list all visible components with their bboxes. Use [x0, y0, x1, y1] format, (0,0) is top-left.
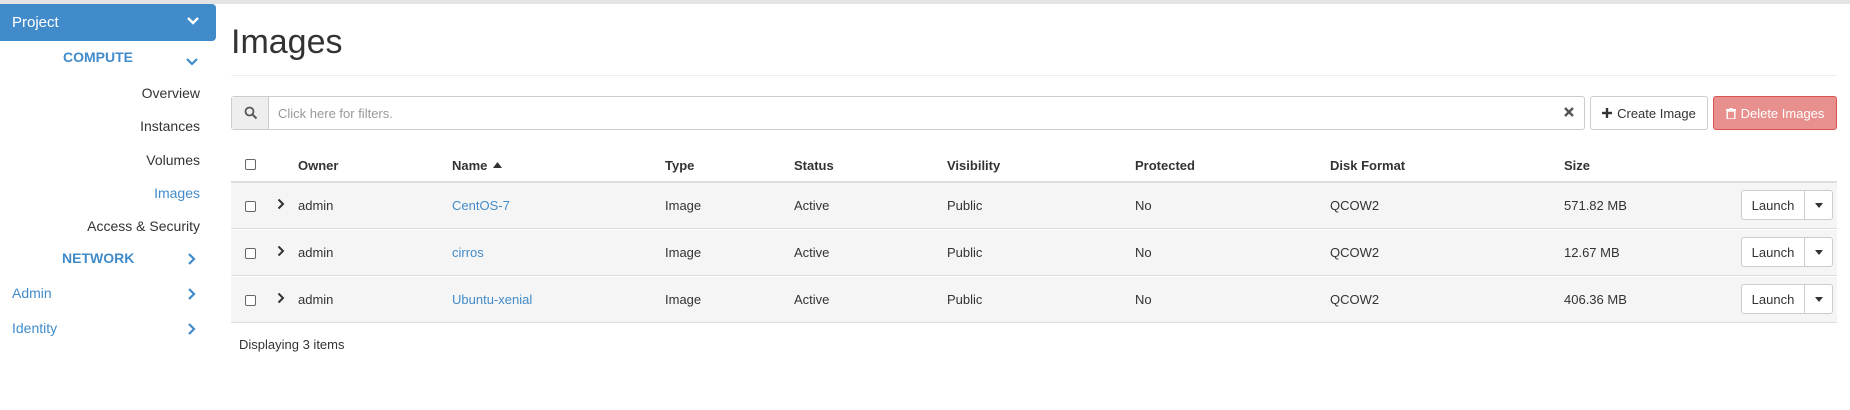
- create-image-button[interactable]: Create Image: [1590, 96, 1708, 130]
- cell-status: Active: [794, 292, 830, 307]
- sidebar-dashboard-identity[interactable]: Identity: [12, 320, 57, 336]
- sidebar-section-compute-label: COMPUTE: [63, 49, 133, 65]
- cell-visibility: Public: [947, 292, 983, 307]
- filter-input[interactable]: [276, 103, 1546, 123]
- create-image-label: Create Image: [1617, 105, 1696, 121]
- sidebar-section-network-label: NETWORK: [62, 250, 135, 266]
- column-header-protected[interactable]: Protected: [1135, 158, 1195, 173]
- cell-owner: admin: [298, 198, 334, 213]
- sidebar-item-volumes[interactable]: Volumes: [146, 152, 200, 168]
- table-row: admin CentOS-7 Image Active Public No QC…: [231, 183, 1837, 229]
- column-header-owner[interactable]: Owner: [298, 158, 338, 173]
- sort-ascending-icon: [493, 162, 503, 168]
- cell-protected: No: [1135, 245, 1152, 260]
- search-icon: [244, 106, 258, 120]
- cell-name-link[interactable]: CentOS-7: [452, 198, 510, 213]
- row-checkbox[interactable]: [245, 295, 256, 306]
- column-header-size[interactable]: Size: [1564, 158, 1590, 173]
- caret-down-icon: [1814, 202, 1823, 208]
- table-row: admin Ubuntu-xenial Image Active Public …: [231, 277, 1837, 323]
- column-header-disk-format[interactable]: Disk Format: [1330, 158, 1405, 173]
- sidebar-section-compute[interactable]: COMPUTE: [63, 49, 133, 65]
- sidebar-project-dashboard[interactable]: Project: [0, 4, 216, 41]
- column-header-name[interactable]: Name: [452, 158, 503, 173]
- column-header-type[interactable]: Type: [665, 158, 694, 173]
- row-actions-dropdown[interactable]: [1804, 284, 1833, 314]
- caret-down-icon: [1814, 296, 1823, 302]
- row-actions: Launch: [1741, 237, 1837, 267]
- cell-visibility: Public: [947, 198, 983, 213]
- filter-bar: [231, 96, 1585, 130]
- cell-visibility: Public: [947, 245, 983, 260]
- table-row: admin cirros Image Active Public No QCOW…: [231, 230, 1837, 276]
- cell-protected: No: [1135, 198, 1152, 213]
- sidebar-dashboard-admin[interactable]: Admin: [12, 285, 52, 301]
- chevron-down-icon: [186, 58, 198, 66]
- column-header-visibility[interactable]: Visibility: [947, 158, 1000, 173]
- cell-owner: admin: [298, 245, 334, 260]
- sidebar-item-access-security[interactable]: Access & Security: [87, 218, 200, 234]
- chevron-right-icon: [188, 323, 196, 335]
- cell-protected: No: [1135, 292, 1152, 307]
- sidebar-section-network[interactable]: NETWORK: [62, 250, 134, 266]
- select-all-checkbox[interactable]: [245, 159, 256, 170]
- cell-name-link[interactable]: cirros: [452, 245, 484, 260]
- page-title: Images: [231, 23, 343, 61]
- delete-images-label: Delete Images: [1740, 105, 1825, 121]
- row-checkbox[interactable]: [245, 248, 256, 259]
- row-actions: Launch: [1741, 190, 1837, 220]
- sidebar-item-images[interactable]: Images: [154, 185, 200, 201]
- column-header-name-label: Name: [452, 158, 488, 173]
- row-actions-dropdown[interactable]: [1804, 190, 1833, 220]
- cell-owner: admin: [298, 292, 334, 307]
- table-footer-count: Displaying 3 items: [239, 337, 345, 352]
- row-actions: Launch: [1741, 284, 1837, 314]
- chevron-right-icon: [188, 253, 196, 265]
- delete-images-button[interactable]: Delete Images: [1713, 96, 1837, 130]
- title-divider: [231, 75, 1837, 76]
- clear-filter-icon[interactable]: [1563, 106, 1575, 118]
- launch-button[interactable]: Launch: [1741, 190, 1805, 220]
- cell-disk-format: QCOW2: [1330, 292, 1380, 307]
- sidebar-item-overview[interactable]: Overview: [142, 85, 200, 101]
- top-border: [0, 0, 1850, 4]
- sidebar-item-instances[interactable]: Instances: [140, 118, 200, 134]
- sidebar: Project COMPUTE Overview Instances Volum…: [0, 4, 216, 410]
- cell-type: Image: [665, 292, 702, 307]
- sidebar-identity-label: Identity: [12, 320, 58, 336]
- sidebar-admin-label: Admin: [12, 285, 52, 301]
- cell-size: 12.67 MB: [1564, 245, 1620, 260]
- row-checkbox[interactable]: [245, 201, 256, 212]
- caret-down-icon: [1814, 249, 1823, 255]
- table-header: Owner Name Type Status Visibility Protec…: [231, 147, 1837, 183]
- plus-icon: [1602, 108, 1613, 118]
- launch-button[interactable]: Launch: [1741, 237, 1805, 267]
- chevron-down-icon: [187, 17, 199, 25]
- row-actions-dropdown[interactable]: [1804, 237, 1833, 267]
- cell-type: Image: [665, 198, 702, 213]
- expand-row-icon[interactable]: [277, 198, 285, 210]
- chevron-right-icon: [188, 288, 196, 300]
- filter-addon: [232, 97, 269, 129]
- column-header-status[interactable]: Status: [794, 158, 834, 173]
- cell-size: 571.82 MB: [1564, 198, 1627, 213]
- cell-status: Active: [794, 245, 830, 260]
- cell-type: Image: [665, 245, 702, 260]
- cell-disk-format: QCOW2: [1330, 245, 1380, 260]
- expand-row-icon[interactable]: [277, 292, 285, 304]
- cell-status: Active: [794, 198, 830, 213]
- launch-button[interactable]: Launch: [1741, 284, 1805, 314]
- sidebar-project-label: Project: [12, 14, 59, 31]
- cell-disk-format: QCOW2: [1330, 198, 1380, 213]
- cell-size: 406.36 MB: [1564, 292, 1627, 307]
- expand-row-icon[interactable]: [277, 245, 285, 257]
- cell-name-link[interactable]: Ubuntu-xenial: [452, 292, 532, 307]
- trash-icon: [1725, 107, 1736, 119]
